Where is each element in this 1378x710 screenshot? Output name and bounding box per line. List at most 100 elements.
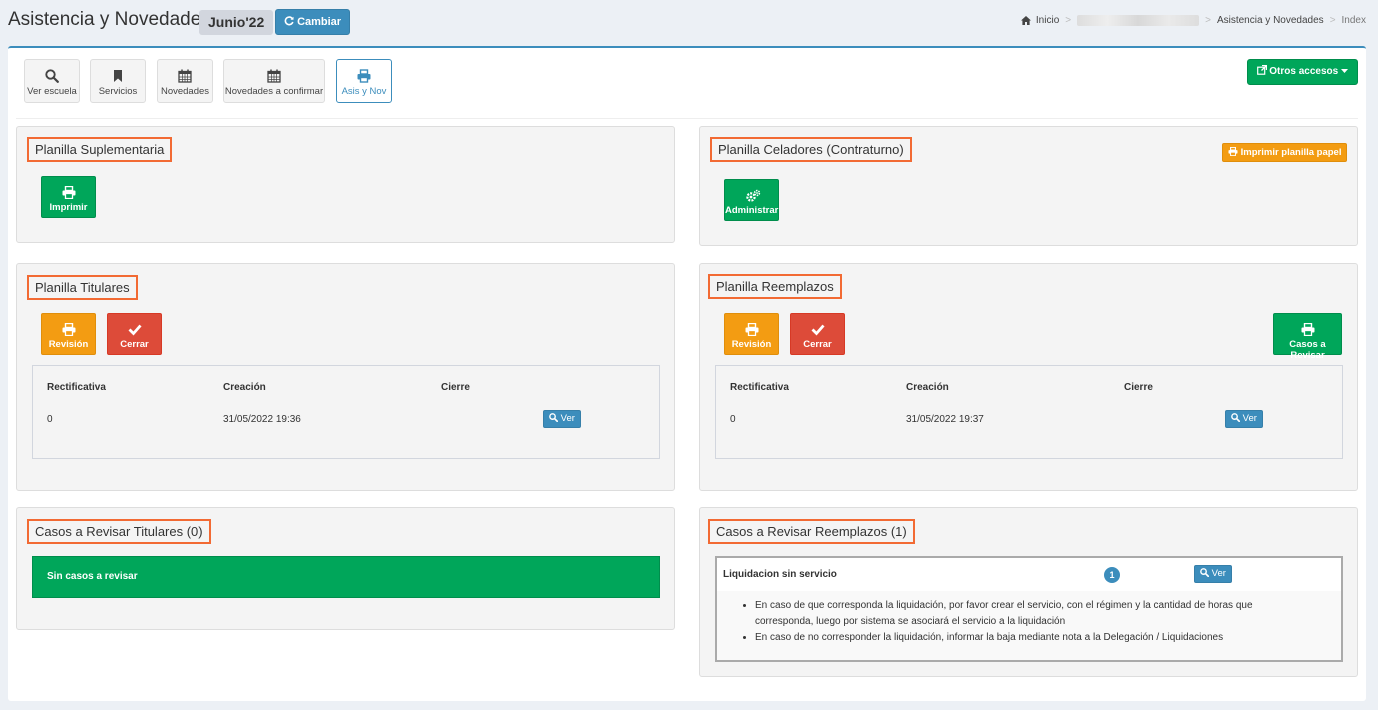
casos-a-revisar-button[interactable]: Casos a Revisar (1273, 313, 1342, 361)
toolbar-novedades-a-confirmar-button[interactable]: Novedades a confirmar (223, 59, 325, 103)
search-icon (1231, 413, 1240, 422)
gears-icon (745, 189, 760, 202)
panel-casos-titulares: Casos a Revisar Titulares (0) Sin casos … (16, 507, 675, 630)
breadcrumb-separator: > (1065, 15, 1072, 26)
check-icon (128, 323, 142, 336)
administrar-button[interactable]: Administrar (724, 179, 779, 221)
caret-down-icon (1341, 69, 1348, 73)
other-access-label: Otros accesos (1269, 66, 1339, 77)
breadcrumb-section-link[interactable]: Asistencia y Novedades (1217, 15, 1324, 26)
no-cases-message: Sin casos a revisar (47, 571, 138, 582)
table-cell-rectificativa: 0 (730, 414, 736, 425)
case-header: Liquidacion sin servicio 1 Ver (717, 558, 1341, 591)
ver-reemplazos-button[interactable]: Ver (1225, 410, 1263, 428)
cerrar-label: Cerrar (803, 339, 832, 350)
panel-title: Planilla Titulares (27, 275, 138, 300)
panel-casos-reemplazos: Casos a Revisar Reemplazos (1) Liquidaci… (699, 507, 1358, 677)
ver-titulares-button[interactable]: Ver (543, 410, 581, 428)
table-header: Creación (906, 382, 949, 393)
list-item: En caso de no corresponder la liquidació… (755, 630, 1299, 646)
revision-label: Revisión (48, 339, 89, 350)
page-title: Asistencia y Novedades (8, 9, 211, 30)
revision-reemplazos-button[interactable]: Revisión (724, 313, 779, 355)
table-cell-creacion: 31/05/2022 19:37 (906, 414, 984, 425)
change-month-button[interactable]: Cambiar (275, 9, 351, 35)
toolbar-item-label: Novedades a confirmar (224, 86, 324, 97)
panel-title: Casos a Revisar Titulares (0) (27, 519, 211, 544)
revision-titulares-button[interactable]: Revisión (41, 313, 96, 355)
administrar-label: Administrar (725, 205, 779, 216)
table-header: Cierre (441, 382, 470, 393)
breadcrumb-separator: > (1205, 15, 1211, 26)
ver-label: Ver (1211, 568, 1226, 579)
cerrar-reemplazos-button[interactable]: Cerrar (790, 313, 845, 355)
home-icon (1020, 16, 1031, 25)
print-icon (62, 186, 76, 199)
bookmark-icon (111, 69, 125, 83)
calendar-icon (178, 69, 192, 83)
search-icon (549, 413, 558, 422)
reemplazos-table: Rectificativa Creación Cierre 0 31/05/20… (715, 365, 1343, 459)
search-icon (45, 69, 59, 83)
change-month-label: Cambiar (297, 16, 342, 28)
revision-label: Revisión (731, 339, 772, 350)
month-badge: Junio'22 (199, 10, 274, 35)
breadcrumb-separator: > (1329, 15, 1336, 26)
other-access-dropdown-button[interactable]: Otros accesos (1246, 59, 1358, 85)
print-label: Imprimir (49, 202, 88, 213)
toolbar-item-label: Ver escuela (27, 86, 77, 97)
print-icon (745, 323, 759, 336)
case-label: Liquidacion sin servicio (723, 569, 837, 580)
ver-case-button[interactable]: Ver (1194, 565, 1232, 583)
table-cell-creacion: 31/05/2022 19:36 (223, 414, 301, 425)
panel-title: Casos a Revisar Reemplazos (1) (708, 519, 915, 544)
print-icon (357, 69, 371, 83)
ver-label: Ver (560, 413, 575, 424)
panel-planilla-titulares: Planilla Titulares Revisión Cerrar Recti… (16, 263, 675, 491)
cerrar-label: Cerrar (120, 339, 149, 350)
list-item: En caso de que corresponda la liquidació… (755, 598, 1299, 630)
titulares-table: Rectificativa Creación Cierre 0 31/05/20… (32, 365, 660, 459)
check-icon (811, 323, 825, 336)
search-icon (1200, 568, 1209, 577)
print-icon (1228, 147, 1238, 156)
print-paper-form-button[interactable]: Imprimir planilla papel (1222, 143, 1348, 162)
breadcrumb-home-link[interactable]: Inicio (1036, 15, 1059, 26)
panel-planilla-reemplazos: Planilla Reemplazos Revisión Cerrar Caso… (699, 263, 1358, 491)
case-notes-list: En caso de que corresponda la liquidació… (739, 598, 1299, 646)
toolbar-divider (16, 118, 1358, 119)
content-header: Asistencia y Novedades Junio'22 Cambiar … (0, 0, 1378, 44)
print-icon (1301, 323, 1315, 336)
breadcrumb: Inicio > > Asistencia y Novedades > Inde… (1020, 15, 1366, 26)
refresh-icon (284, 16, 294, 26)
case-count-badge: 1 (1104, 567, 1120, 583)
ver-label: Ver (1242, 413, 1257, 424)
toolbar-item-label: Asis y Nov (341, 86, 387, 97)
panel-title: Planilla Celadores (Contraturno) (710, 137, 912, 162)
table-header: Cierre (1124, 382, 1153, 393)
print-suplementaria-button[interactable]: Imprimir (41, 176, 96, 218)
casos-a-revisar-label: Casos a Revisar (1289, 339, 1326, 361)
toolbar-asis-y-nov-button[interactable]: Asis y Nov (336, 59, 392, 103)
table-header: Creación (223, 382, 266, 393)
table-header: Rectificativa (47, 382, 106, 393)
toolbar-ver-escuela-button[interactable]: Ver escuela (24, 59, 80, 103)
toolbar-item-label: Novedades (160, 86, 210, 97)
table-header: Rectificativa (730, 382, 789, 393)
toolbar-servicios-button[interactable]: Servicios (90, 59, 146, 103)
print-icon (62, 323, 76, 336)
panel-planilla-celadores: Planilla Celadores (Contraturno) Imprimi… (699, 126, 1358, 246)
toolbar-novedades-button[interactable]: Novedades (157, 59, 213, 103)
toolbar-item-label: Servicios (98, 86, 138, 97)
print-paper-label: Imprimir planilla papel (1240, 147, 1342, 158)
panel-title: Planilla Suplementaria (27, 137, 173, 162)
table-cell-rectificativa: 0 (47, 414, 53, 425)
calendar-icon (267, 69, 281, 83)
breadcrumb-blurred-item[interactable] (1077, 15, 1200, 26)
case-box: Liquidacion sin servicio 1 Ver En caso d… (715, 556, 1343, 662)
no-cases-alert: Sin casos a revisar (32, 556, 660, 598)
breadcrumb-current: Index (1341, 15, 1366, 26)
external-link-icon (1256, 65, 1267, 75)
cerrar-titulares-button[interactable]: Cerrar (107, 313, 162, 355)
panel-planilla-suplementaria: Planilla Suplementaria Imprimir (16, 126, 675, 243)
